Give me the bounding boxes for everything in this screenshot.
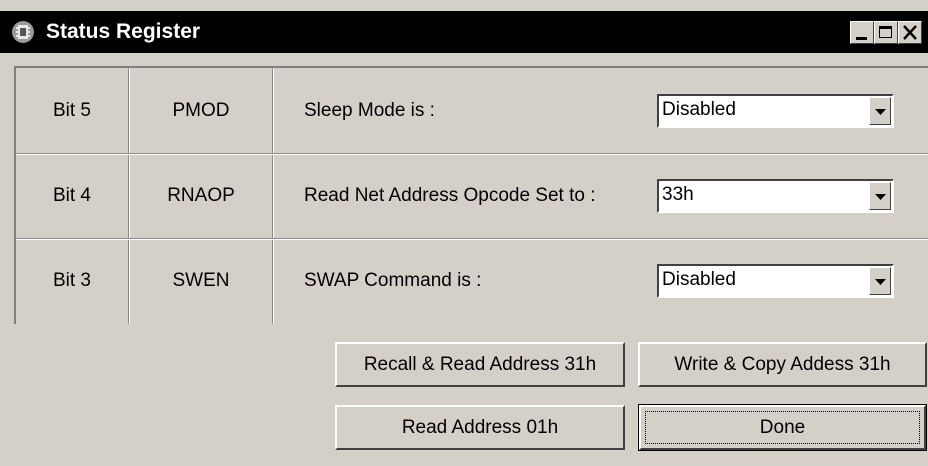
setting-label: Read Net Address Opcode Set to : bbox=[304, 185, 596, 206]
select-value: 33h bbox=[662, 184, 694, 205]
recall-read-address-button[interactable]: Recall & Read Address 31h bbox=[335, 342, 625, 387]
dropdown-button[interactable] bbox=[869, 267, 891, 295]
chip-icon bbox=[12, 21, 34, 43]
dropdown-button[interactable] bbox=[869, 97, 891, 125]
sleep-mode-select[interactable]: Disabled bbox=[657, 94, 894, 128]
opcode-select[interactable]: 33h bbox=[657, 179, 894, 213]
close-button[interactable] bbox=[898, 21, 922, 44]
dropdown-button[interactable] bbox=[869, 182, 891, 210]
select-value: Disabled bbox=[662, 99, 736, 120]
register-row-bit3: Bit 3 SWEN SWAP Command is : Disabled bbox=[16, 238, 928, 323]
maximize-button[interactable] bbox=[874, 21, 898, 44]
register-row-bit5: Bit 5 PMOD Sleep Mode is : Disabled bbox=[16, 68, 928, 154]
button-label: Read Address 01h bbox=[401, 417, 559, 438]
chevron-down-icon bbox=[875, 194, 886, 200]
select-value: Disabled bbox=[662, 269, 736, 290]
status-register-window: Status Register Bit 5 PMOD Sleep Mode is… bbox=[0, 0, 928, 466]
setting-label: SWAP Command is : bbox=[304, 270, 482, 291]
bit-label: Bit 4 bbox=[52, 185, 92, 206]
button-label: Write & Copy Addess 31h bbox=[674, 354, 891, 375]
minimize-button[interactable] bbox=[850, 21, 874, 44]
bit-name: SWEN bbox=[172, 270, 230, 291]
chevron-down-icon bbox=[875, 279, 886, 285]
setting-label: Sleep Mode is : bbox=[304, 100, 435, 121]
minimize-icon bbox=[856, 37, 867, 40]
maximize-icon bbox=[879, 26, 892, 38]
write-copy-address-button[interactable]: Write & Copy Addess 31h bbox=[638, 342, 927, 387]
register-row-bit4: Bit 4 RNAOP Read Net Address Opcode Set … bbox=[16, 153, 928, 239]
bit-name: PMOD bbox=[172, 100, 230, 121]
button-label: Recall & Read Address 31h bbox=[363, 354, 597, 375]
title-bar[interactable]: Status Register bbox=[0, 11, 928, 53]
read-address-button[interactable]: Read Address 01h bbox=[335, 405, 625, 450]
bit-label: Bit 5 bbox=[52, 100, 92, 121]
bit-label: Bit 3 bbox=[52, 270, 92, 291]
done-button[interactable]: Done bbox=[638, 404, 927, 451]
chevron-down-icon bbox=[875, 109, 886, 115]
bit-name: RNAOP bbox=[167, 185, 235, 206]
swap-command-select[interactable]: Disabled bbox=[657, 264, 894, 298]
close-icon bbox=[903, 25, 917, 40]
button-label: Done bbox=[759, 417, 806, 438]
status-register-grid: Bit 5 PMOD Sleep Mode is : Disabled Bit … bbox=[14, 66, 928, 324]
window-title: Status Register bbox=[46, 20, 201, 43]
